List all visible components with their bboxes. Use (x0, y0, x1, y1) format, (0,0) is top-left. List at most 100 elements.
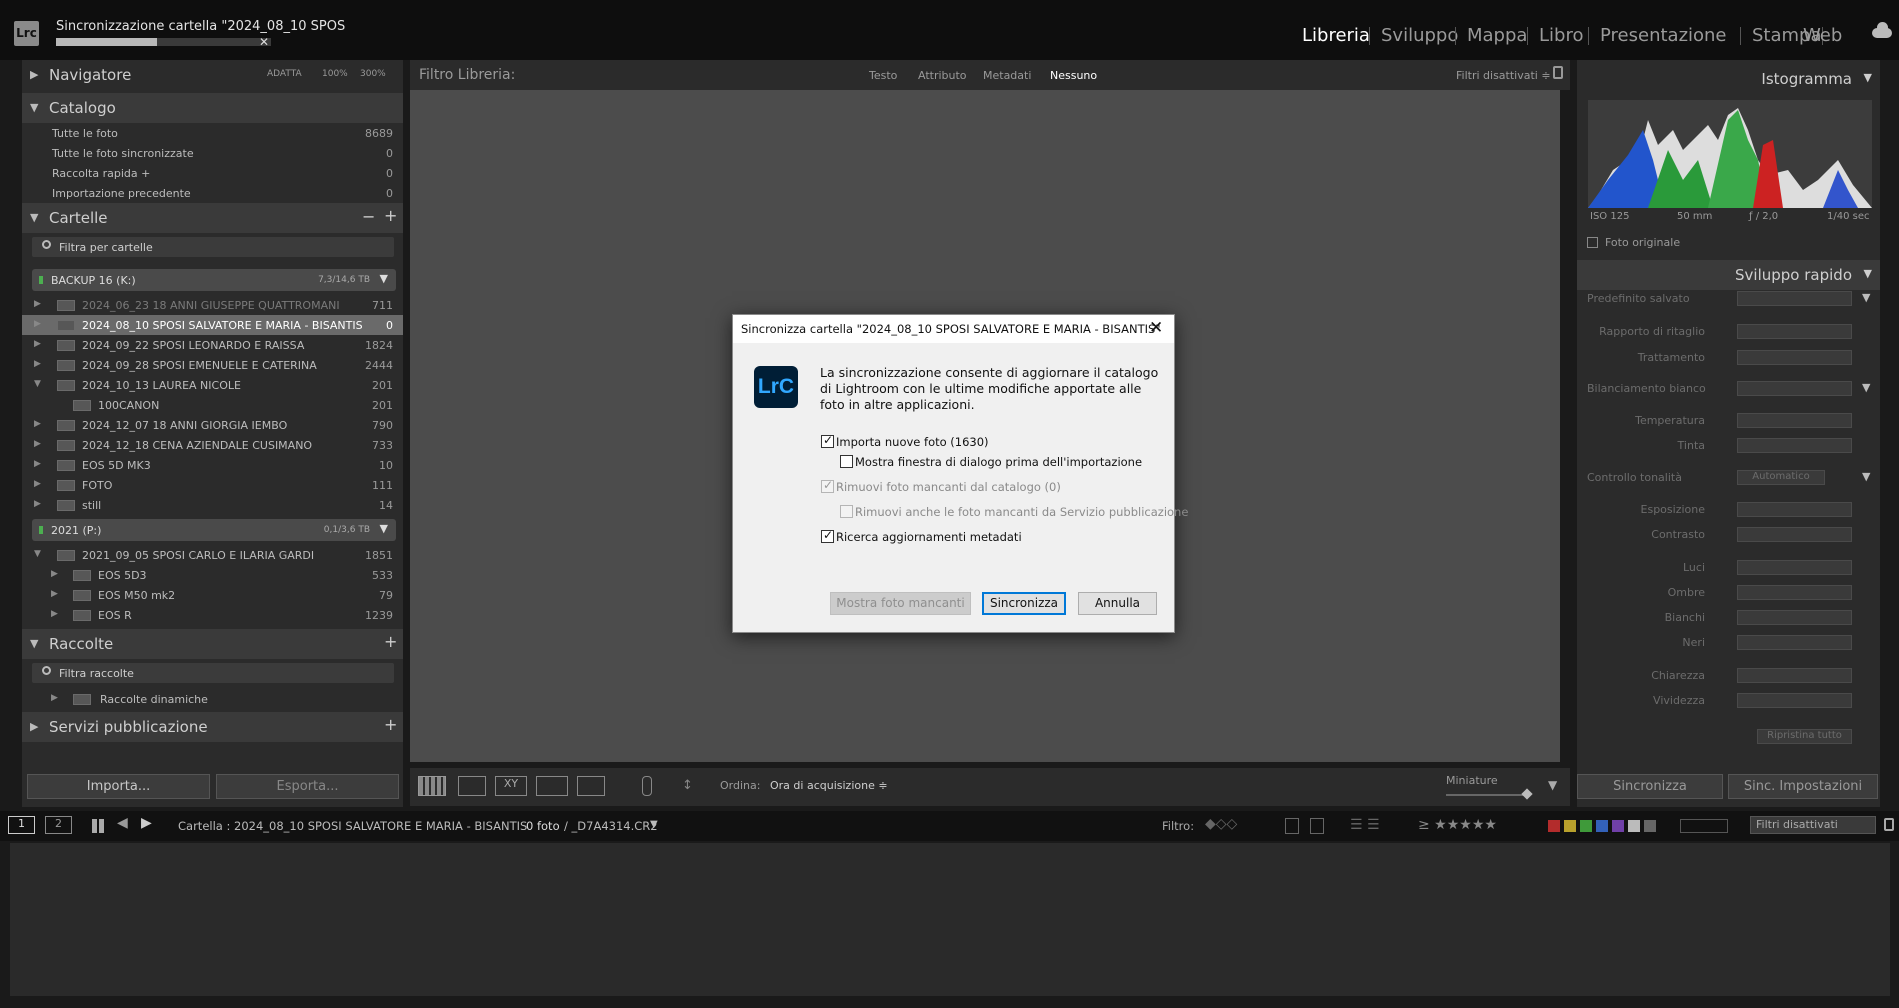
volume-2021[interactable]: 2021 (P:) 0,1/3,6 TB ▼ (32, 519, 396, 541)
clarity-stepper[interactable] (1737, 668, 1852, 683)
highlights-stepper[interactable] (1737, 560, 1852, 575)
original-photo-checkbox[interactable] (1587, 237, 1598, 248)
collection-set-row[interactable]: ▶ Raccolte dinamiche (22, 689, 403, 709)
add-collection-button[interactable]: + (384, 632, 397, 651)
blue-label-filter-icon[interactable] (1596, 820, 1608, 832)
sync-settings-button[interactable]: Sinc. Impostazioni (1728, 774, 1878, 799)
collections-header[interactable]: ▼ Raccolte + (22, 629, 403, 659)
virtual-copy-filter-icon[interactable] (1310, 818, 1324, 834)
loupe-view-icon[interactable] (458, 776, 486, 796)
navigator-header[interactable]: ▶ Navigatore ADATTA 100% 300% (22, 60, 403, 90)
show-import-dialog-checkbox[interactable] (840, 455, 853, 468)
survey-view-icon[interactable] (536, 776, 568, 796)
folder-row[interactable]: ▶ FOTO 111 (22, 475, 403, 495)
filter-tab-metadata[interactable]: Metadati (983, 69, 1031, 82)
green-label-filter-icon[interactable] (1580, 820, 1592, 832)
folder-row[interactable]: ▶ 2024_06_23 18 ANNI GIUSEPPE QUATTROMAN… (22, 295, 403, 315)
folders-header[interactable]: ▼ Cartelle − + (22, 203, 403, 233)
contrast-stepper[interactable] (1737, 527, 1852, 542)
folder-row[interactable]: ▼ 2024_10_13 LAUREA NICOLE 201 (22, 375, 403, 395)
folder-filter-input[interactable]: Filtra per cartelle (32, 237, 394, 257)
module-mappa[interactable]: Mappa (1467, 25, 1527, 46)
filter-tab-attribute[interactable]: Attributo (918, 69, 967, 82)
module-presentazione[interactable]: Presentazione (1600, 25, 1727, 46)
catalog-item-quick-collection[interactable]: Raccolta rapida + 0 (22, 163, 403, 183)
no-label-filter-icon[interactable] (1644, 820, 1656, 832)
folder-row-selected[interactable]: ▶ 2024_08_10 SPOSI SALVATORE E MARIA - B… (22, 315, 403, 335)
filename-dropdown-icon[interactable]: ▼ (650, 819, 658, 830)
tint-stepper[interactable] (1737, 438, 1852, 453)
white-balance-dropdown[interactable] (1737, 381, 1852, 396)
close-icon[interactable]: ✕ (1149, 318, 1163, 338)
flag-filter-icon[interactable]: ◆◇◇ (1205, 816, 1237, 832)
forward-arrow-icon[interactable]: ▶ (141, 815, 152, 831)
folder-row[interactable]: ▶ EOS R 1239 (22, 605, 403, 625)
module-sviluppo[interactable]: Sviluppo (1381, 25, 1458, 46)
collection-filter-input[interactable]: Filtra raccolte (32, 663, 394, 683)
add-publish-service-button[interactable]: + (384, 715, 397, 734)
folder-row[interactable]: ▶ still 14 (22, 495, 403, 515)
compare-view-icon[interactable]: XY (495, 776, 527, 796)
volume-backup16[interactable]: BACKUP 16 (K:) 7,3/14,6 TB ▼ (32, 269, 396, 291)
expand-triangle-icon[interactable]: ▼ (1862, 291, 1870, 304)
crop-ratio-dropdown[interactable] (1737, 324, 1852, 339)
remove-folder-button[interactable]: − (362, 207, 375, 226)
cancel-button[interactable]: Annulla (1078, 592, 1157, 615)
current-filename[interactable]: / _D7A4314.CR2 (564, 819, 658, 833)
people-view-icon[interactable] (577, 776, 605, 796)
folder-row[interactable]: ▼ 2021_09_05 SPOSI CARLO E ILARIA GARDI … (22, 545, 403, 565)
module-web[interactable]: Web (1803, 25, 1845, 46)
catalog-item-previous-import[interactable]: Importazione precedente 0 (22, 183, 403, 203)
folder-row[interactable]: 100CANON 201 (22, 395, 403, 415)
source-path[interactable]: Cartella : 2024_08_10 SPOSI SALVATORE E … (178, 819, 527, 833)
whites-stepper[interactable] (1737, 610, 1852, 625)
white-label-filter-icon[interactable] (1628, 820, 1640, 832)
purple-label-filter-icon[interactable] (1612, 820, 1624, 832)
exposure-stepper[interactable] (1737, 502, 1852, 517)
module-libro[interactable]: Libro (1539, 25, 1583, 46)
filter-preset-select[interactable]: Filtri disattivati (1750, 816, 1876, 834)
filter-tab-none[interactable]: Nessuno (1050, 69, 1097, 82)
auto-tone-button[interactable]: Automatico (1737, 470, 1825, 485)
yellow-label-filter-icon[interactable] (1564, 820, 1576, 832)
scan-metadata-checkbox[interactable] (821, 528, 834, 543)
import-new-photos-checkbox[interactable] (821, 433, 834, 448)
zoom-100-option[interactable]: 100% (322, 69, 348, 79)
shadows-stepper[interactable] (1737, 585, 1852, 600)
reset-all-button[interactable]: Ripristina tutto (1757, 729, 1852, 744)
remove-from-publish-checkbox[interactable] (840, 505, 853, 518)
sort-direction-icon[interactable]: ↕ (682, 778, 693, 793)
thumbnail-size-slider[interactable] (1446, 794, 1526, 796)
publish-services-header[interactable]: ▶ Servizi pubblicazione + (22, 712, 403, 742)
grid-view-icon[interactable] (418, 776, 446, 796)
blacks-stepper[interactable] (1737, 635, 1852, 650)
filmstrip[interactable] (10, 843, 1890, 996)
rating-filter-stars-icon[interactable]: ≥ ★★★★★ (1418, 817, 1497, 833)
filter-preset-dropdown[interactable]: Filtri disattivati ≑ (1456, 69, 1551, 82)
import-button[interactable]: Importa... (27, 774, 210, 799)
expand-triangle-icon[interactable]: ▼ (1862, 381, 1870, 394)
cancel-sync-icon[interactable]: ✕ (259, 35, 269, 49)
kind-filter-icon[interactable] (1680, 819, 1728, 833)
export-button[interactable]: Esporta... (216, 774, 399, 799)
vibrance-stepper[interactable] (1737, 693, 1852, 708)
folder-row[interactable]: ▶ 2024_09_22 SPOSI LEONARDO E RAISSA 182… (22, 335, 403, 355)
red-label-filter-icon[interactable] (1548, 820, 1560, 832)
folder-row[interactable]: ▶ 2024_12_07 18 ANNI GIORGIA IEMBO 790 (22, 415, 403, 435)
cloud-icon[interactable] (1872, 22, 1892, 38)
lock-icon[interactable] (1884, 818, 1894, 831)
folder-row[interactable]: ▶ 2024_12_18 CENA AZIENDALE CUSIMANO 733 (22, 435, 403, 455)
catalog-item-synced[interactable]: Tutte le foto sincronizzate 0 (22, 143, 403, 163)
zoom-300-option[interactable]: 300% (360, 69, 386, 79)
sync-button[interactable]: Sincronizza (1577, 774, 1723, 799)
expand-triangle-icon[interactable]: ▼ (1862, 470, 1870, 483)
catalog-item-all-photos[interactable]: Tutte le foto 8689 (22, 123, 403, 143)
slider-handle[interactable] (1521, 788, 1533, 800)
back-arrow-icon[interactable]: ◀ (117, 815, 128, 831)
lock-icon[interactable] (1553, 66, 1563, 79)
folder-row[interactable]: ▶ EOS 5D MK3 10 (22, 455, 403, 475)
main-window-button[interactable]: 1 (8, 816, 35, 834)
histogram-header[interactable]: Istogramma ▼ (1577, 64, 1880, 94)
temperature-stepper[interactable] (1737, 413, 1852, 428)
compare-filter-icon[interactable]: ☰ ☰ (1350, 817, 1380, 833)
